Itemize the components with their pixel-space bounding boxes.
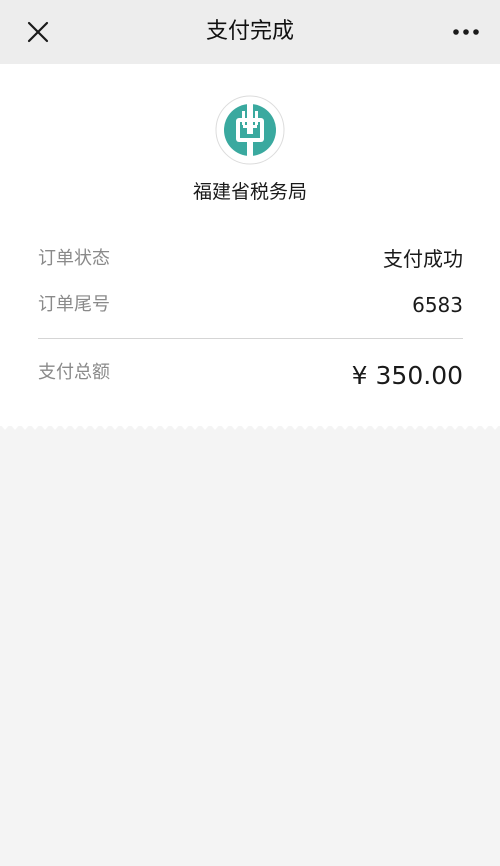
order-tail-label: 订单尾号 (38, 294, 110, 315)
more-icon (453, 29, 479, 35)
order-status-value: 支付成功 (383, 247, 463, 271)
order-status-row: 订单状态 支付成功 (38, 244, 463, 274)
bank-logo-icon (215, 95, 285, 165)
top-bar: 支付完成 (0, 0, 500, 64)
order-status-label: 订单状态 (38, 248, 110, 269)
page-title: 支付完成 (205, 19, 294, 44)
total-amount-value: ¥ 350.00 (351, 361, 463, 390)
merchant-logo (215, 95, 285, 165)
close-button[interactable] (20, 14, 56, 50)
payment-result-card: 福建省税务局 订单状态 支付成功 订单尾号 6583 支付总额 ¥ 350.00 (0, 64, 500, 426)
total-amount-row: 支付总额 ¥ 350.00 (38, 358, 463, 394)
divider (38, 338, 463, 339)
close-icon (27, 21, 49, 43)
merchant-name: 福建省税务局 (192, 181, 307, 203)
order-tail-row: 订单尾号 6583 (38, 290, 463, 320)
receipt-edge (0, 424, 500, 430)
order-tail-value: 6583 (412, 293, 463, 317)
total-amount-label: 支付总额 (38, 362, 110, 383)
more-button[interactable] (448, 14, 484, 50)
